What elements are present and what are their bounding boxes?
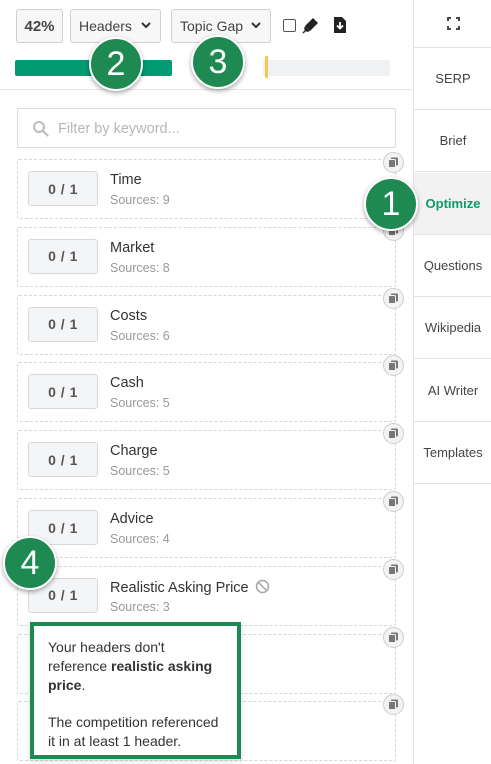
term-row[interactable]: 0 / 1 Advice Sources: 4 — [17, 491, 404, 558]
copy-icon — [388, 699, 398, 711]
sidebar-tab-questions[interactable]: Questions — [414, 235, 491, 297]
term-row[interactable]: 0 / 1 Cash Sources: 5 — [17, 355, 404, 423]
sidebar-tab-label: Optimize — [425, 195, 481, 211]
highlighter-icon[interactable] — [302, 16, 320, 34]
callout-badge-2: 2 — [89, 37, 143, 91]
term-row[interactable]: 0 / 1 Costs Sources: 6 — [17, 287, 404, 355]
term-text: Cash — [110, 375, 144, 392]
term-text: Costs — [110, 307, 148, 324]
fullscreen-icon — [446, 17, 460, 30]
sidebar-tab-label: SERP — [435, 71, 471, 86]
term-sources-count: Sources: 3 — [110, 599, 170, 614]
term-row[interactable]: 0 / 1 Market Sources: 8 — [17, 219, 404, 287]
copy-term-button[interactable] — [383, 491, 404, 512]
copy-icon — [388, 293, 398, 304]
sidebar-tab-optimize[interactable]: Optimize — [414, 172, 491, 235]
copy-icon — [388, 428, 398, 440]
copy-term-button[interactable] — [383, 287, 404, 309]
copy-icon — [388, 360, 398, 372]
term-label: Realistic Asking Price — [110, 579, 270, 596]
mode-select-label: Topic Gap — [180, 18, 244, 34]
term-sources-count: Sources: 4 — [110, 532, 170, 546]
search-icon — [33, 121, 49, 137]
term-label: Advice — [110, 511, 154, 527]
sidebar: SERP Brief Optimize Questions Wikipedia AI Wr… — [413, 0, 491, 764]
copy-icon — [388, 496, 398, 507]
sidebar-tab-label: Questions — [423, 257, 483, 273]
tooltip-message: Your headers don't reference realistic a… — [48, 639, 213, 693]
copy-icon — [388, 632, 398, 643]
select-all-checkbox[interactable] — [283, 19, 296, 32]
term-label: Cash — [110, 375, 144, 391]
copy-term-button[interactable] — [383, 152, 404, 173]
term-text: Advice — [110, 511, 154, 527]
sidebar-tab-serp[interactable]: SERP — [414, 48, 491, 110]
term-row[interactable]: 0 / 1 Charge Sources: 5 — [17, 423, 404, 491]
fullscreen-button[interactable] — [414, 0, 491, 48]
sidebar-tab-wikipedia[interactable]: Wikipedia — [414, 297, 491, 360]
sidebar-tab-ai-writer[interactable]: AI Writer — [414, 360, 491, 422]
export-download-icon[interactable] — [331, 16, 349, 34]
sidebar-tab-brief[interactable]: Brief — [414, 110, 491, 173]
term-usage-score: 0 / 1 — [28, 306, 98, 342]
keyword-filter[interactable] — [17, 108, 396, 148]
term-usage-score: 0 / 1 — [28, 374, 98, 410]
header-gap-tooltip: Your headers don't reference realistic a… — [30, 622, 241, 759]
sidebar-tab-label: Templates — [423, 444, 483, 460]
copy-term-button[interactable] — [383, 626, 404, 648]
term-row[interactable]: 0 / 1 Time Sources: 9 — [17, 152, 404, 219]
term-sources-count: Sources: 9 — [110, 193, 170, 207]
sidebar-tab-templates[interactable]: Templates — [414, 422, 491, 484]
copy-icon — [388, 157, 398, 168]
term-label: Market — [110, 240, 154, 256]
term-sources-count: Sources: 5 — [110, 464, 170, 479]
term-text: Market — [110, 239, 155, 256]
copy-term-button[interactable] — [383, 694, 404, 716]
callout-badge-3: 3 — [191, 35, 245, 89]
chevron-down-icon — [251, 22, 261, 29]
tooltip-detail: The competition referenced it in at leas… — [48, 714, 219, 749]
content-score-percent: 42% — [16, 9, 63, 43]
term-label: Time — [110, 172, 142, 188]
view-select-label: Headers — [79, 18, 132, 34]
term-label: Charge — [110, 443, 158, 459]
callout-badge-1: 1 — [364, 177, 418, 231]
copy-term-button[interactable] — [383, 355, 404, 377]
copy-icon — [388, 564, 398, 575]
term-label: Costs — [110, 308, 147, 324]
sidebar-tab-label: Brief — [439, 133, 467, 149]
copy-term-button[interactable] — [383, 558, 404, 580]
term-text: Realistic Asking Price — [110, 579, 249, 596]
term-usage-score: 0 / 1 — [28, 171, 98, 206]
sidebar-tab-label: Wikipedia — [424, 320, 482, 336]
term-usage-score: 0 / 1 — [28, 442, 98, 478]
sidebar-tab-label: AI Writer — [427, 382, 479, 398]
term-sources-count: Sources: 8 — [110, 260, 170, 275]
term-text: Charge — [110, 443, 158, 460]
term-sources-count: Sources: 5 — [110, 396, 170, 411]
callout-badge-4: 4 — [3, 536, 57, 590]
keyword-filter-input[interactable] — [58, 117, 378, 141]
term-sources-count: Sources: 6 — [110, 328, 170, 343]
copy-term-button[interactable] — [383, 423, 404, 445]
target-marker — [265, 56, 268, 78]
chevron-down-icon — [141, 22, 151, 29]
target-progress-track — [263, 60, 390, 76]
ignore-term-icon[interactable] — [255, 579, 270, 594]
term-row[interactable]: 0 / 1 Realistic Asking Price Sources: 3 — [17, 558, 404, 626]
term-text: Time — [110, 172, 142, 188]
term-usage-score: 0 / 1 — [28, 238, 98, 274]
